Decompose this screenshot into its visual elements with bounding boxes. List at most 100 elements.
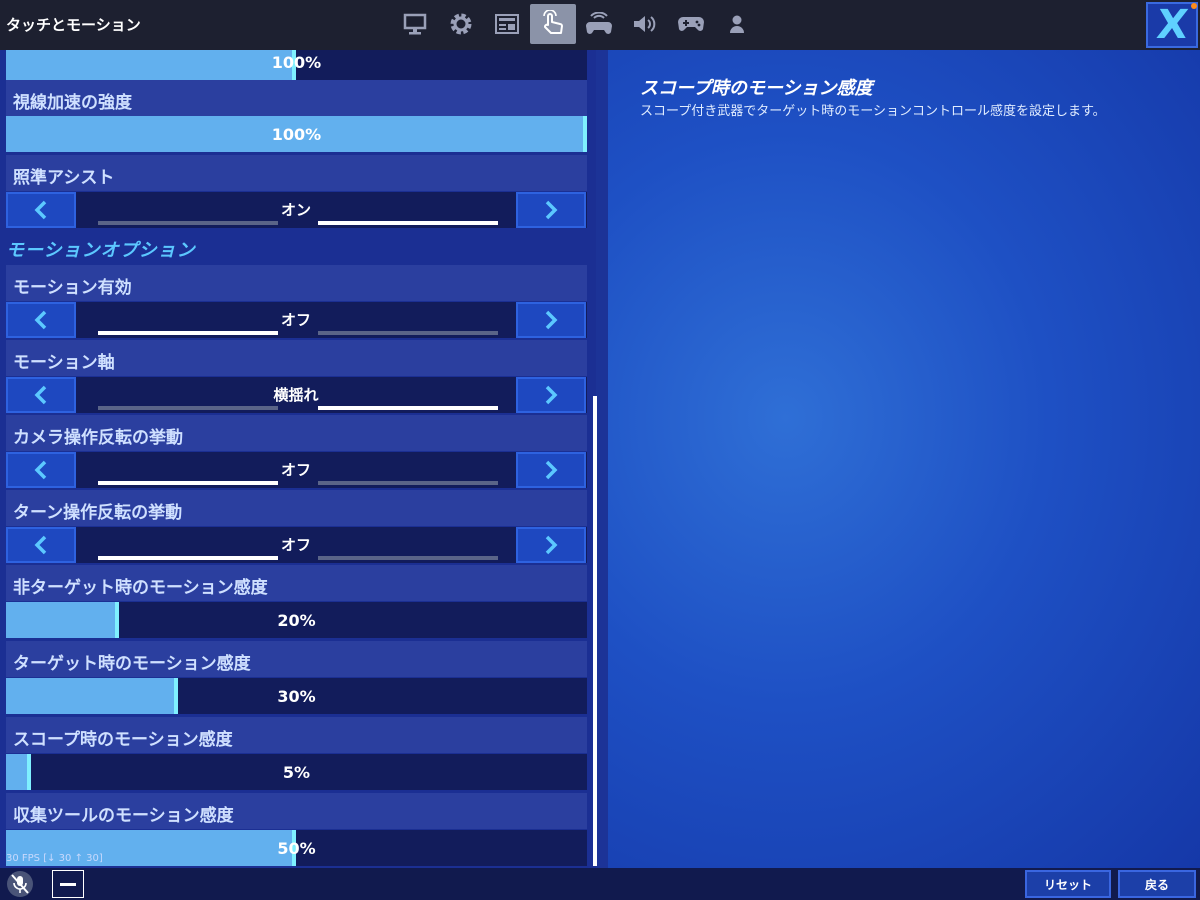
- tab-touch-motion[interactable]: [530, 4, 576, 44]
- tab-account[interactable]: [714, 4, 760, 44]
- setting-label-motion-enabled: モーション有効: [6, 265, 587, 301]
- setting-label-text: 収集ツールのモーション感度: [13, 806, 234, 826]
- setting-label-camera-invert: カメラ操作反転の挙動: [6, 415, 587, 451]
- option-indicator: [318, 331, 498, 335]
- setting-label-turn-invert: ターン操作反転の挙動: [6, 490, 587, 526]
- slider-value: 100%: [271, 53, 322, 72]
- selector-turn-invert: オフ: [6, 527, 587, 563]
- slider-target-sens[interactable]: 30%: [6, 678, 587, 714]
- description-panel: スコープ時のモーション感度 スコープ付き武器でターゲット時のモーションコントロー…: [608, 50, 1200, 868]
- next-option-button[interactable]: [516, 192, 586, 228]
- slider-scope-sens[interactable]: 5%: [6, 754, 587, 790]
- chevron-right-icon: [545, 460, 558, 480]
- selector-value: オフ: [280, 461, 311, 479]
- slider-non-target-sens[interactable]: 20%: [6, 602, 587, 638]
- option-indicator-active: [318, 406, 498, 410]
- option-indicator: [98, 406, 278, 410]
- back-button[interactable]: 戻る: [1118, 870, 1196, 898]
- minus-icon: [60, 882, 76, 886]
- gear-icon: [450, 13, 472, 35]
- mic-muted-icon: [7, 871, 33, 897]
- top-bar: タッチとモーション X: [0, 0, 1200, 50]
- fps-counter: 30 FPS [↓ 30 ↑ 30]: [6, 853, 103, 864]
- selector-value: オフ: [280, 311, 311, 329]
- setting-label-text: スコープ時のモーション感度: [13, 730, 233, 750]
- setting-label-non-target-sens: 非ターゲット時のモーション感度: [6, 565, 587, 601]
- selector-value: オフ: [280, 536, 311, 554]
- option-indicator: [318, 556, 498, 560]
- tab-audio[interactable]: [622, 4, 668, 44]
- setting-label-text: 非ターゲット時のモーション感度: [13, 578, 268, 598]
- bottom-bar: [0, 868, 1200, 900]
- close-button[interactable]: X: [1146, 2, 1198, 48]
- next-option-button[interactable]: [516, 527, 586, 563]
- chevron-right-icon: [545, 385, 558, 405]
- prev-option-button[interactable]: [6, 377, 76, 413]
- prev-option-button[interactable]: [6, 302, 76, 338]
- slider-value: 20%: [277, 611, 316, 630]
- chevron-right-icon: [545, 310, 558, 330]
- tab-game[interactable]: [438, 4, 484, 44]
- chevron-left-icon: [34, 535, 47, 555]
- tab-display[interactable]: [392, 4, 438, 44]
- setting-label-harvest-sens: 収集ツールのモーション感度: [6, 793, 587, 829]
- next-option-button[interactable]: [516, 377, 586, 413]
- user-icon: [730, 15, 744, 33]
- slider-gaze-accel[interactable]: 100%: [6, 116, 587, 152]
- mic-mute-button[interactable]: [4, 870, 36, 898]
- monitor-icon: [403, 13, 427, 35]
- chevron-left-icon: [34, 310, 47, 330]
- section-header-motion: モーションオプション: [6, 240, 196, 261]
- slider-value: 100%: [271, 125, 322, 144]
- selector-motion-enabled: オフ: [6, 302, 587, 338]
- gamepad-icon: [678, 17, 704, 31]
- prev-option-button[interactable]: [6, 192, 76, 228]
- setting-label-text: カメラ操作反転の挙動: [13, 428, 183, 448]
- chevron-left-icon: [34, 200, 47, 220]
- selector-motion-axis: 横揺れ: [6, 377, 587, 413]
- option-indicator-active: [98, 331, 278, 335]
- option-indicator-active: [318, 221, 498, 225]
- setting-label-aim-assist: 照準アシスト: [6, 155, 587, 191]
- page-title: タッチとモーション: [6, 16, 141, 34]
- slider-value: 5%: [282, 763, 311, 782]
- chevron-left-icon: [34, 460, 47, 480]
- chevron-right-icon: [545, 535, 558, 555]
- minimize-button[interactable]: [52, 870, 84, 898]
- setting-label-motion-axis: モーション軸: [6, 340, 587, 376]
- setting-label-text: モーション有効: [13, 278, 132, 298]
- option-indicator-active: [98, 556, 278, 560]
- description-title: スコープ時のモーション感度: [640, 78, 873, 99]
- option-indicator: [318, 481, 498, 485]
- selector-aim-assist: オン: [6, 192, 587, 228]
- scrollbar[interactable]: [593, 396, 597, 866]
- tab-hud[interactable]: [484, 4, 530, 44]
- hud-icon: [495, 14, 519, 34]
- chevron-right-icon: [545, 200, 558, 220]
- prev-option-button[interactable]: [6, 527, 76, 563]
- next-option-button[interactable]: [516, 302, 586, 338]
- reset-button[interactable]: リセット: [1025, 870, 1111, 898]
- slider-partial-top[interactable]: 100%: [6, 50, 587, 80]
- selector-value: オン: [280, 201, 311, 219]
- description-text: スコープ付き武器でターゲット時のモーションコントロール感度を設定します。: [640, 104, 1106, 119]
- prev-option-button[interactable]: [6, 452, 76, 488]
- setting-label-scope-sens: スコープ時のモーション感度: [6, 717, 587, 753]
- next-option-button[interactable]: [516, 452, 586, 488]
- slider-value: 30%: [277, 687, 316, 706]
- tab-wireless-controller[interactable]: [576, 4, 622, 44]
- settings-list[interactable]: 100% 視線加速の強度 100% 照準アシスト オン モーションオプション モ…: [0, 50, 596, 868]
- notification-dot: [1191, 3, 1197, 9]
- tab-controller[interactable]: [668, 4, 714, 44]
- chevron-left-icon: [34, 385, 47, 405]
- speaker-icon: [634, 16, 656, 32]
- settings-tabs: [392, 4, 760, 46]
- setting-label-text: ターゲット時のモーション感度: [13, 654, 251, 674]
- controller-wireless-icon: [586, 12, 612, 34]
- selector-camera-invert: オフ: [6, 452, 587, 488]
- setting-label-text: 視線加速の強度: [13, 93, 132, 113]
- touch-icon: [543, 10, 563, 34]
- panel-divider: [596, 50, 608, 868]
- setting-label-gaze-accel: 視線加速の強度: [6, 80, 587, 116]
- selector-value: 横揺れ: [273, 386, 319, 404]
